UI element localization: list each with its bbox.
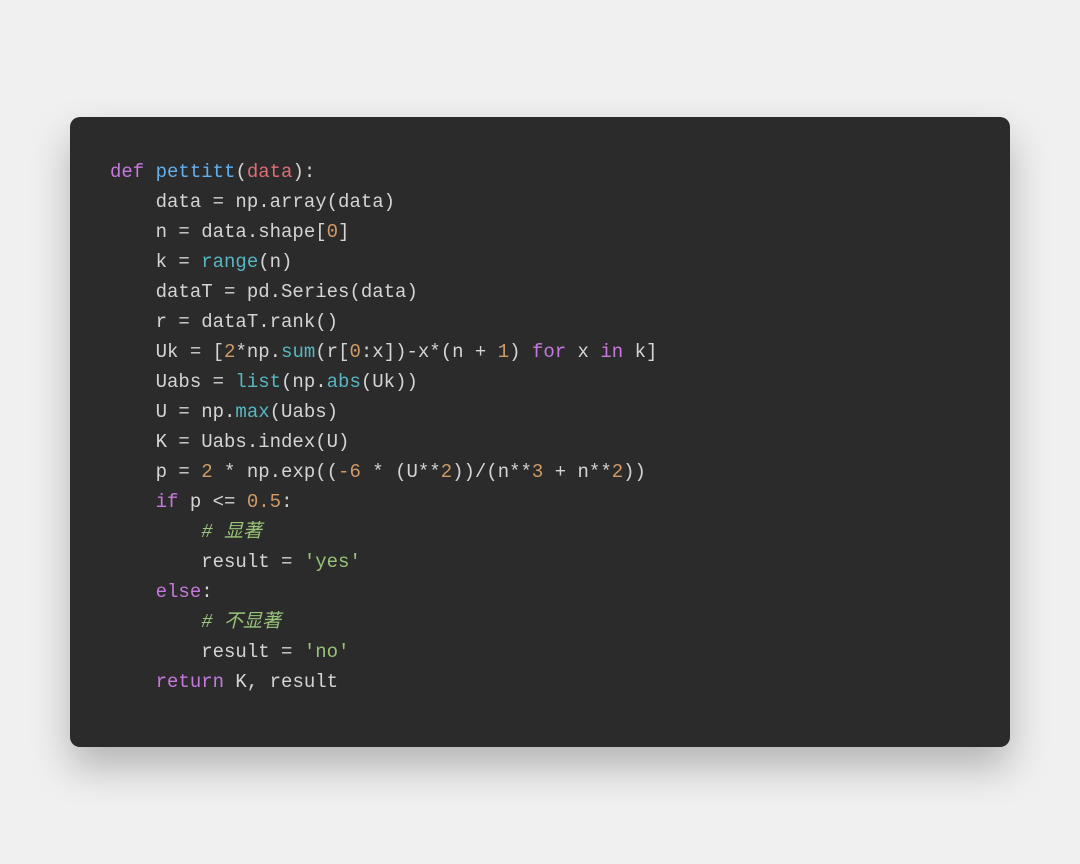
code-token: list <box>235 371 281 393</box>
code-token: # 不显著 <box>201 611 281 633</box>
code-token: for <box>532 341 566 363</box>
code-token: p <= <box>178 491 246 513</box>
code-token: abs <box>327 371 361 393</box>
code-token: (Uabs) <box>270 401 338 423</box>
code-token: K = Uabs.index(U) <box>110 431 349 453</box>
code-token: Uk = [ <box>110 341 224 363</box>
code-token: k] <box>623 341 657 363</box>
code-token: def <box>110 161 156 183</box>
code-token: (r[ <box>315 341 349 363</box>
code-token: ): <box>292 161 315 183</box>
code-token: result = <box>110 551 304 573</box>
code-token: pettitt <box>156 161 236 183</box>
code-token <box>110 671 156 693</box>
code-token: :x])-x*(n + <box>361 341 498 363</box>
code-token: (n) <box>258 251 292 273</box>
code-token: max <box>235 401 269 423</box>
code-token: U = np. <box>110 401 235 423</box>
code-token: k = <box>110 251 201 273</box>
code-token: * (U** <box>361 461 441 483</box>
code-token: Uabs = <box>110 371 235 393</box>
code-token: 0.5 <box>247 491 281 513</box>
code-token: 3 <box>532 461 543 483</box>
code-token: ] <box>338 221 349 243</box>
code-token: 'no' <box>304 641 350 663</box>
code-token: n = data.shape[ <box>110 221 327 243</box>
code-token: ( <box>235 161 246 183</box>
code-token: data <box>247 161 293 183</box>
code-token: 0 <box>349 341 360 363</box>
code-token: + n** <box>543 461 611 483</box>
code-token: r = dataT.rank() <box>110 311 338 333</box>
code-token: range <box>201 251 258 273</box>
code-token: return <box>156 671 224 693</box>
code-token: sum <box>281 341 315 363</box>
code-token <box>110 491 156 513</box>
code-token: 1 <box>498 341 509 363</box>
code-block: def pettitt(data): data = np.array(data)… <box>110 157 970 697</box>
code-token: (Uk)) <box>361 371 418 393</box>
code-token <box>110 581 156 603</box>
code-token: data = np.array(data) <box>110 191 395 213</box>
code-token: )) <box>623 461 646 483</box>
code-token: 'yes' <box>304 551 361 573</box>
code-token: x <box>566 341 600 363</box>
code-token: : <box>201 581 212 603</box>
code-token: 2 <box>224 341 235 363</box>
code-token: result = <box>110 641 304 663</box>
code-token: * np.exp(( <box>213 461 338 483</box>
code-token <box>110 521 201 543</box>
code-token: -6 <box>338 461 361 483</box>
code-token: 2 <box>612 461 623 483</box>
code-token: # 显著 <box>201 521 262 543</box>
code-token: p = <box>110 461 201 483</box>
code-token <box>110 611 201 633</box>
code-token: K, result <box>224 671 338 693</box>
code-token: in <box>600 341 623 363</box>
code-token: 0 <box>327 221 338 243</box>
code-token: (np. <box>281 371 327 393</box>
code-token: else <box>156 581 202 603</box>
code-token: : <box>281 491 292 513</box>
code-token: 2 <box>201 461 212 483</box>
code-token: dataT = pd.Series(data) <box>110 281 418 303</box>
code-card: def pettitt(data): data = np.array(data)… <box>70 117 1010 747</box>
code-token: *np. <box>235 341 281 363</box>
code-token: 2 <box>441 461 452 483</box>
code-token: ) <box>509 341 532 363</box>
code-token: ))/(n** <box>452 461 532 483</box>
code-token: if <box>156 491 179 513</box>
